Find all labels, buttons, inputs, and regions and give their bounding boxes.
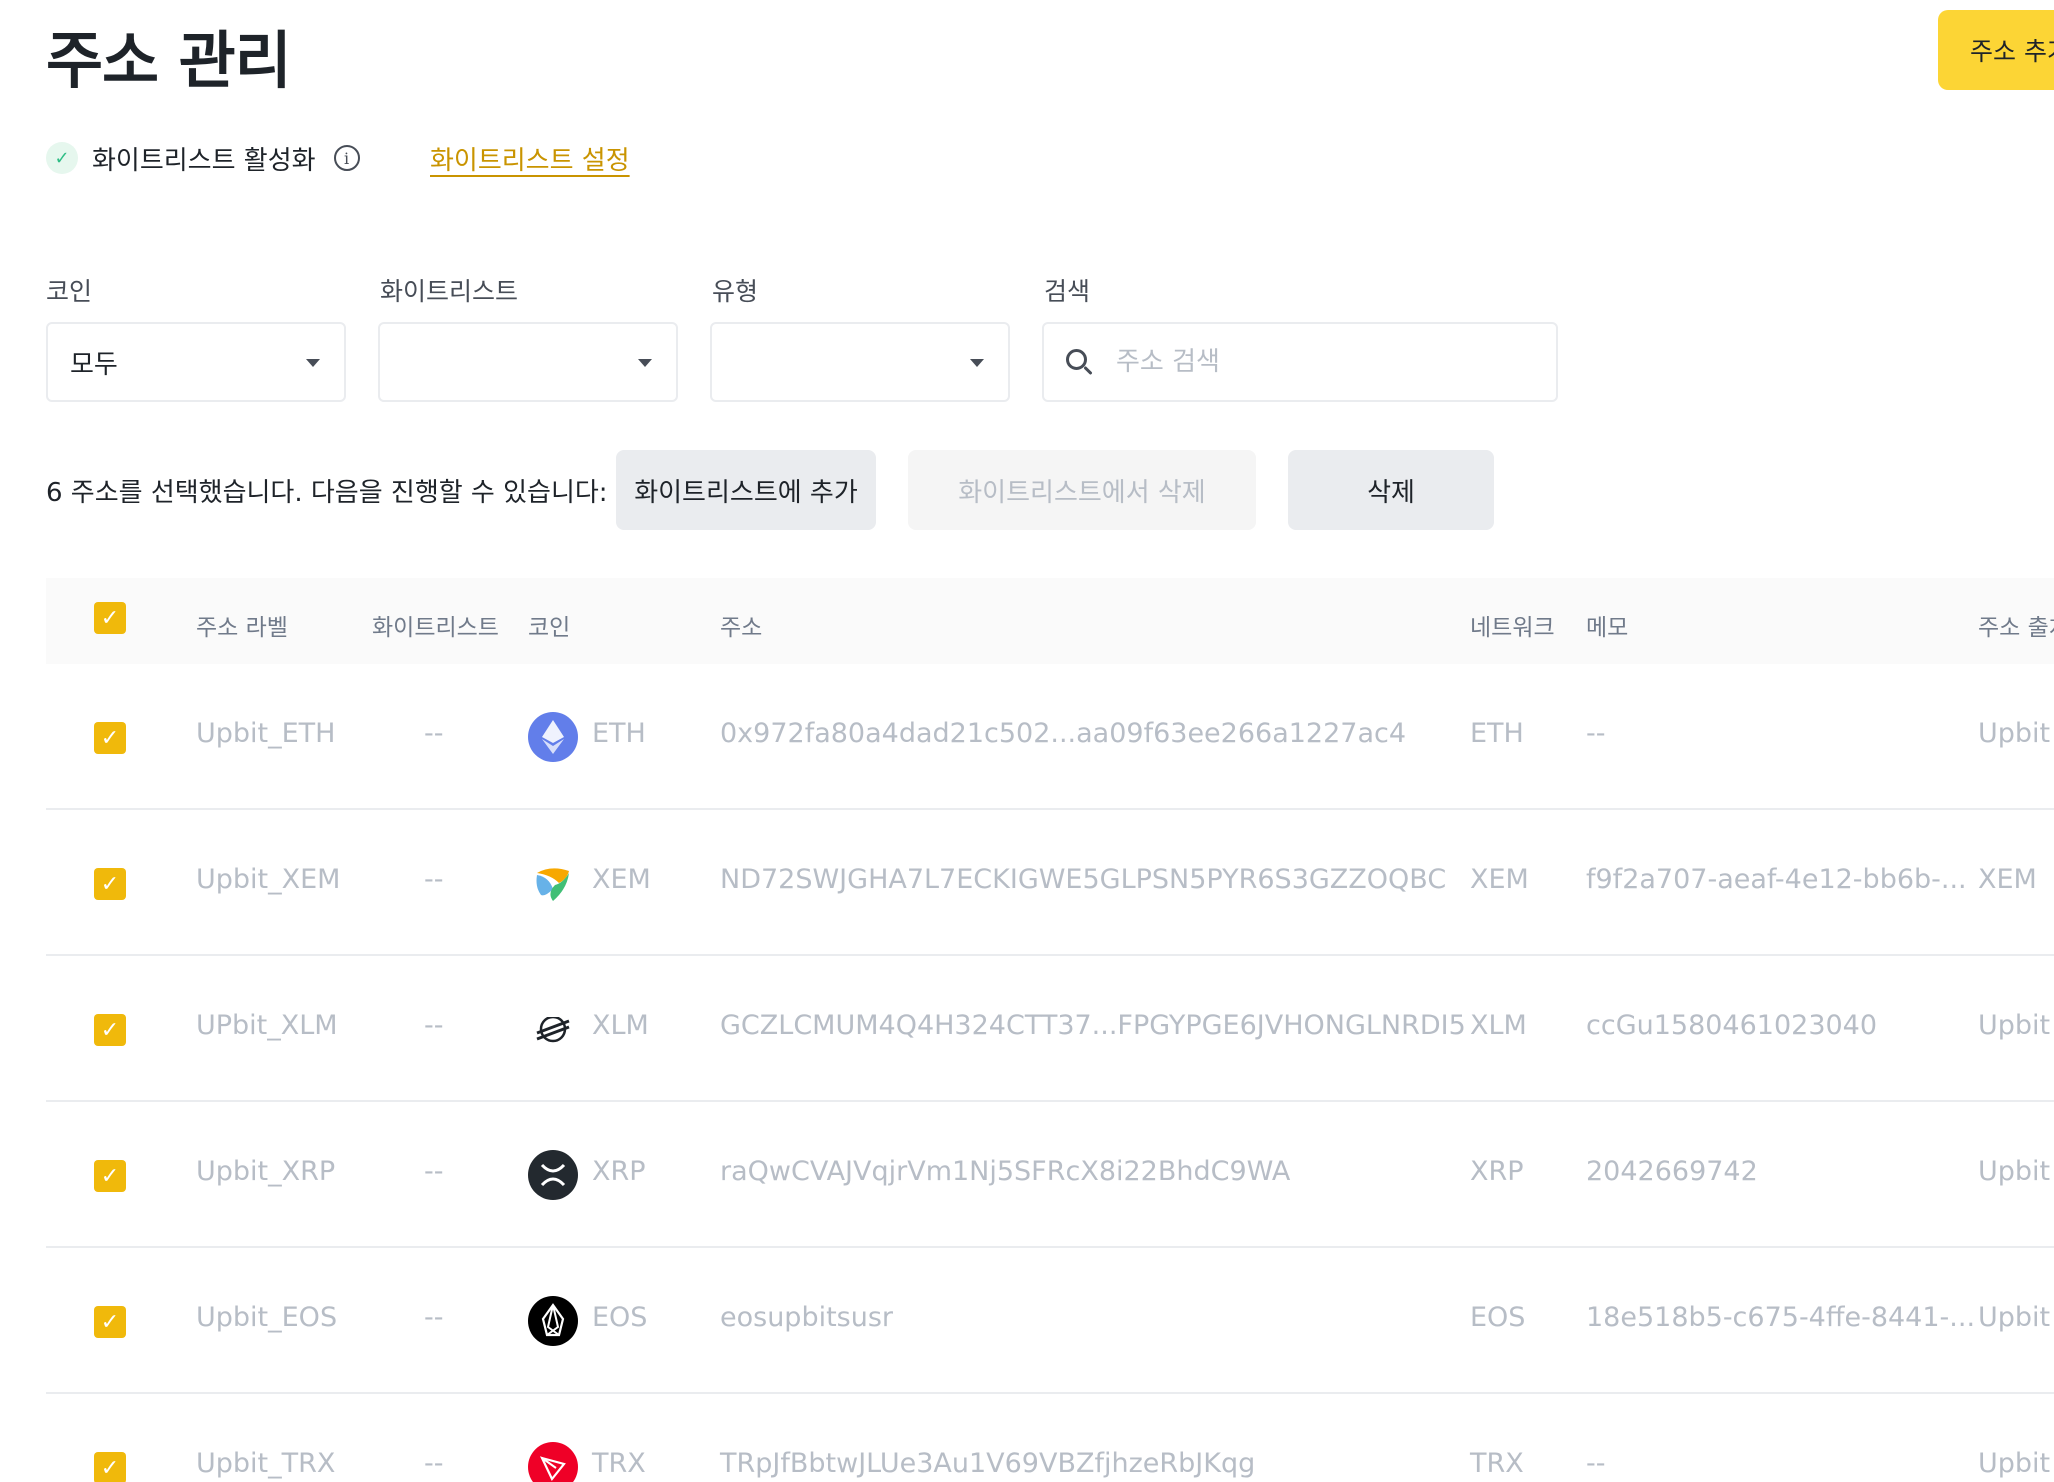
table-row: ✓ Upbit_TRX -- TRX TRpJfBbtwJLUe3Au1V69V… [46, 1394, 2054, 1482]
column-header-coin: 코인 [528, 615, 571, 641]
row-coin: EOS [592, 1302, 648, 1333]
column-header-origin: 주소 출처 [1978, 615, 2054, 641]
row-network: XEM [1470, 864, 1529, 895]
coin-select-value: 모두 [70, 349, 118, 380]
row-memo: ccGu1580461023040 [1586, 1010, 1878, 1041]
table-row: ✓ UPbit_XLM -- XLM GCZLCMUM4Q4H324CTT37.… [46, 956, 2054, 1102]
eos-icon [528, 1296, 578, 1346]
row-origin: Upbit [1978, 1302, 2051, 1333]
search-input[interactable] [1116, 347, 1536, 377]
row-memo: -- [1586, 1448, 1606, 1479]
caret-down-icon [306, 359, 320, 367]
whitelist-filter-label: 화이트리스트 [380, 277, 519, 306]
row-network: TRX [1470, 1448, 1524, 1479]
add-address-button[interactable]: 주소 추가 [1938, 10, 2054, 90]
table-row: ✓ Upbit_EOS -- EOS eosupbitsusr EOS 18e5… [46, 1248, 2054, 1394]
whitelist-status-label: 화이트리스트 활성화 [92, 145, 316, 176]
row-checkbox[interactable]: ✓ [94, 1014, 126, 1046]
check-icon: ✓ [46, 142, 78, 174]
info-icon[interactable]: i [333, 145, 360, 171]
row-memo: -- [1586, 718, 1606, 749]
row-whitelist: -- [424, 1156, 444, 1187]
table-row: ✓ Upbit_XEM -- XEM ND72SWJGHA7L7ECKIGWE5… [46, 810, 2054, 956]
row-memo: 18e518b5-c675-4ffe-8441-... [1586, 1302, 1976, 1333]
trx-icon [528, 1442, 578, 1482]
row-label: Upbit_XEM [196, 864, 341, 895]
row-checkbox[interactable]: ✓ [94, 722, 126, 754]
row-whitelist: -- [424, 864, 444, 895]
row-label: Upbit_TRX [196, 1448, 336, 1479]
row-checkbox[interactable]: ✓ [94, 1452, 126, 1482]
xrp-icon [528, 1150, 578, 1200]
table-row: ✓ Upbit_ETH -- ETH 0x972fa80a4dad21c502.… [46, 664, 2054, 810]
row-label: UPbit_XLM [196, 1010, 338, 1041]
delete-button[interactable]: 삭제 [1288, 450, 1494, 530]
row-address: eosupbitsusr [720, 1302, 894, 1333]
row-origin: Upbit [1978, 1156, 2051, 1187]
eth-icon [528, 712, 578, 762]
row-checkbox[interactable]: ✓ [94, 1306, 126, 1338]
column-header-label: 주소 라벨 [196, 615, 288, 641]
column-header-network: 네트워크 [1470, 615, 1555, 641]
row-checkbox[interactable]: ✓ [94, 1160, 126, 1192]
row-checkbox[interactable]: ✓ [94, 868, 126, 900]
caret-down-icon [970, 359, 984, 367]
search-box [1042, 322, 1558, 402]
table-row: ✓ Upbit_XRP -- XRP raQwCVAJVqjrVm1Nj5SFR… [46, 1102, 2054, 1248]
caret-down-icon [638, 359, 652, 367]
row-address: TRpJfBbtwJLUe3Au1V69VBZfjhzeRbJKqg [720, 1448, 1256, 1479]
table-header: ✓ 주소 라벨 화이트리스트 코인 주소 네트워크 메모 주소 출처 [46, 578, 2054, 664]
row-address: GCZLCMUM4Q4H324CTT37...FPGYPGE6JVHONGLNR… [720, 1010, 1466, 1041]
whitelist-settings-link[interactable]: 화이트리스트 설정 [430, 140, 630, 177]
selection-summary: 6 주소를 선택했습니다. 다음을 진행할 수 있습니다: [46, 478, 608, 508]
row-origin: Upbit [1978, 1448, 2051, 1479]
search-filter-label: 검색 [1044, 277, 1091, 306]
row-coin: XLM [592, 1010, 649, 1041]
type-select[interactable] [710, 322, 1010, 402]
column-header-address: 주소 [720, 615, 763, 641]
row-network: XLM [1470, 1010, 1527, 1041]
row-address: ND72SWJGHA7L7ECKIGWE5GLPSN5PYR6S3GZZOQBC [720, 864, 1447, 895]
add-to-whitelist-button[interactable]: 화이트리스트에 추가 [616, 450, 876, 530]
column-header-memo: 메모 [1586, 615, 1629, 641]
xlm-icon [528, 1004, 578, 1054]
select-all-checkbox[interactable]: ✓ [94, 602, 126, 634]
whitelist-select[interactable] [378, 322, 678, 402]
row-network: EOS [1470, 1302, 1526, 1333]
row-origin: Upbit [1978, 1010, 2051, 1041]
row-coin: ETH [592, 718, 646, 749]
remove-from-whitelist-button[interactable]: 화이트리스트에서 삭제 [908, 450, 1256, 530]
row-address: raQwCVAJVqjrVm1Nj5SFRcX8i22BhdC9WA [720, 1156, 1291, 1187]
row-label: Upbit_ETH [196, 718, 336, 749]
row-coin: TRX [592, 1448, 646, 1479]
xem-icon [528, 858, 578, 908]
row-coin: XEM [592, 864, 651, 895]
whitelist-status: ✓ 화이트리스트 활성화 i [46, 138, 360, 178]
search-icon [1064, 347, 1094, 377]
row-origin: Upbit [1978, 718, 2051, 749]
row-whitelist: -- [424, 718, 444, 749]
row-address: 0x972fa80a4dad21c502...aa09f63ee266a1227… [720, 718, 1407, 749]
type-filter-label: 유형 [712, 277, 759, 306]
row-label: Upbit_XRP [196, 1156, 336, 1187]
row-coin: XRP [592, 1156, 646, 1187]
coin-filter-label: 코인 [46, 277, 93, 306]
coin-select[interactable]: 모두 [46, 322, 346, 402]
row-memo: f9f2a707-aeaf-4e12-bb6b-... [1586, 864, 1967, 895]
row-origin: XEM [1978, 864, 2037, 895]
row-network: ETH [1470, 718, 1524, 749]
page-title: 주소 관리 [46, 24, 292, 97]
row-whitelist: -- [424, 1448, 444, 1479]
row-network: XRP [1470, 1156, 1524, 1187]
row-whitelist: -- [424, 1302, 444, 1333]
row-memo: 2042669742 [1586, 1156, 1758, 1187]
column-header-whitelist: 화이트리스트 [372, 615, 499, 641]
row-label: Upbit_EOS [196, 1302, 338, 1333]
row-whitelist: -- [424, 1010, 444, 1041]
